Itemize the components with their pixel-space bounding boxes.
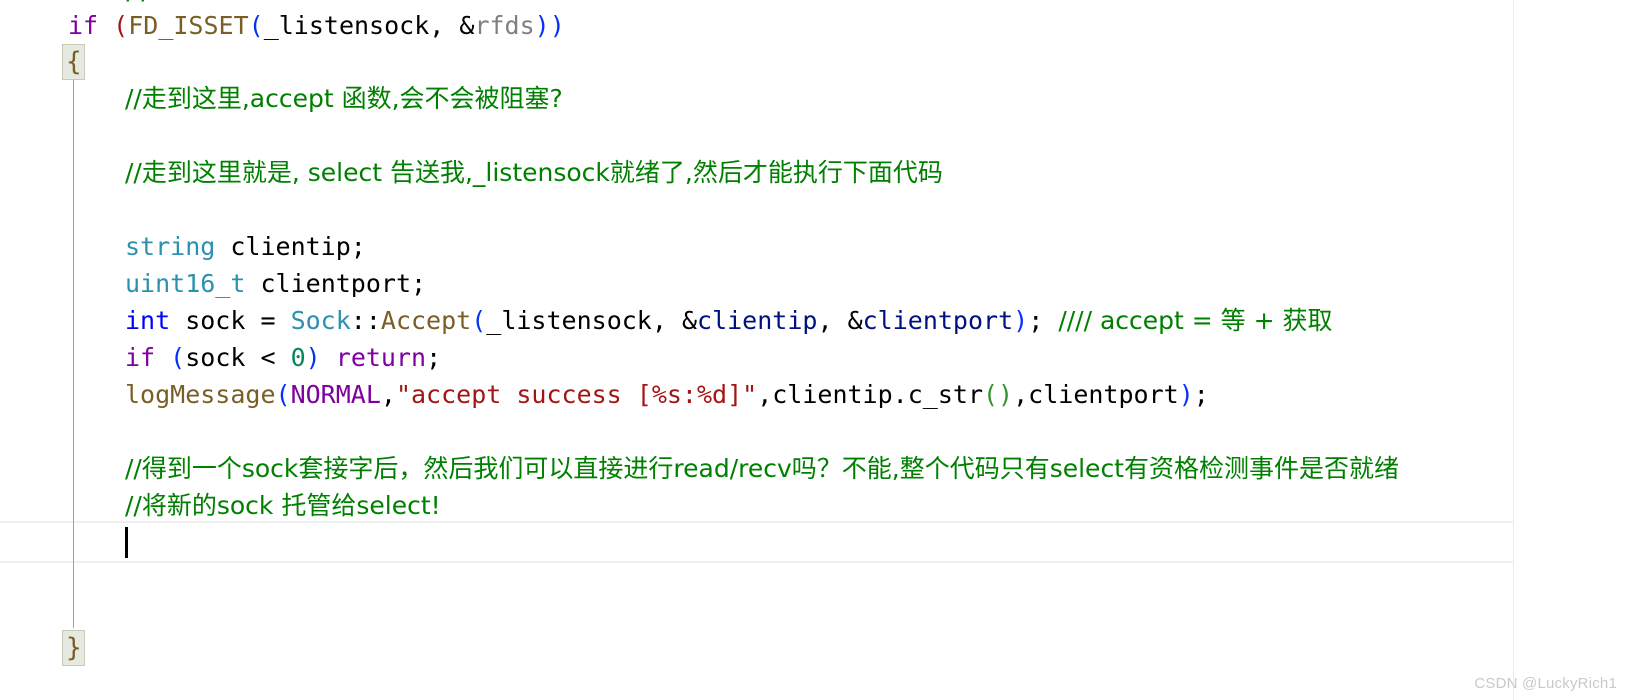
code-token-macro-normal: NORMAL: [290, 380, 381, 409]
code-token-paren-open: (: [471, 306, 487, 335]
code-token-keyword-int: int: [125, 306, 171, 335]
code-token-comment: //: [125, 0, 155, 5]
code-token-ampersand: &: [847, 306, 863, 335]
code-token-arg-listensock: _listensock: [486, 306, 652, 335]
code-token-keyword-if: if: [68, 11, 99, 40]
code-line-comment-select-ready[interactable]: //走到这里就是, select 告送我,_listensock就绪了,然后才能…: [125, 154, 943, 191]
code-line-open-brace[interactable]: {: [66, 44, 82, 81]
code-token-fn-accept: Accept: [380, 306, 472, 335]
text-caret: [125, 527, 128, 558]
code-line-comment-accept-block[interactable]: //走到这里,accept 函数,会不会被阻塞?: [125, 80, 563, 117]
editor-right-edge-pane: [1513, 0, 1625, 700]
code-token-semicolon: ;: [350, 232, 366, 261]
code-token-keyword-if: if: [125, 343, 156, 372]
watermark-label: CSDN @LuckyRich1: [1474, 675, 1617, 692]
code-token-fn-fd-isset: FD_ISSET: [128, 11, 249, 40]
code-token-ampersand: &: [681, 306, 698, 335]
code-token-assign: =: [260, 306, 291, 335]
code-token-open-brace: {: [66, 47, 82, 77]
code-line-if-fd-isset[interactable]: if (FD_ISSET(_listensock, &rfds)): [68, 7, 565, 44]
code-token-number-zero: 0: [290, 343, 306, 372]
code-token-semicolon: ;: [1028, 306, 1059, 335]
code-token-paren-close: ): [1178, 380, 1194, 409]
code-token-comma: ,: [757, 380, 773, 409]
code-token-var-clientip: clientip: [230, 232, 351, 261]
code-token-arg-clientport: clientport: [862, 306, 1014, 335]
code-token-comma: ,: [651, 306, 682, 335]
code-token-semicolon: ;: [411, 269, 427, 298]
code-line-accept-call[interactable]: int sock = Sock::Accept(_listensock, &cl…: [125, 302, 1333, 339]
code-line-decl-clientip[interactable]: string clientip;: [125, 228, 366, 265]
code-token-ampersand: &: [459, 11, 475, 40]
code-token-fn-logmessage: logMessage: [125, 380, 276, 409]
code-token-dot: .: [892, 380, 908, 409]
code-token-type-uint16t: uint16_t: [125, 269, 246, 298]
code-line-guard-return[interactable]: if (sock < 0) return;: [125, 339, 441, 376]
code-token-paren-inner-open: (: [248, 11, 264, 40]
code-token-method-cstr: c_str: [907, 380, 983, 409]
code-token-arg-rfds: rfds: [474, 11, 535, 40]
code-line-decl-clientport[interactable]: uint16_t clientport;: [125, 265, 426, 302]
code-token-comma: ,: [380, 380, 396, 409]
code-token-comment: //// accept = 等 + 获取: [1058, 306, 1333, 335]
code-line-comment-hand-to-select[interactable]: //将新的sock 托管给select!: [125, 487, 441, 524]
code-token-comma: ,: [817, 306, 848, 335]
code-token-string-literal: "accept success [%s:%d]": [395, 380, 758, 409]
code-token-comment: //得到一个sock套接字后，然后我们可以直接进行read/recv吗？不能,整…: [125, 454, 1399, 483]
code-token-type-string: string: [125, 232, 216, 261]
code-token-arg-clientip: clientip: [697, 306, 818, 335]
code-token-comment: //走到这里,accept 函数,会不会被阻塞?: [125, 84, 563, 113]
code-token-comma: ,: [429, 11, 460, 40]
code-line-log-message[interactable]: logMessage(NORMAL,"accept success [%s:%d…: [125, 376, 1209, 413]
code-token-comment: //将新的sock 托管给select!: [125, 491, 441, 520]
code-token-comma: ,: [1013, 380, 1029, 409]
code-viewport[interactable]: // if (FD_ISSET(_listensock, &rfds)) { /…: [0, 0, 1513, 700]
code-token-semicolon: ;: [426, 343, 442, 372]
code-token-var-clientport: clientport: [1028, 380, 1179, 409]
code-token-close-brace: }: [66, 633, 82, 663]
code-token-semicolon: ;: [1193, 380, 1209, 409]
code-line-comment-read-recv[interactable]: //得到一个sock套接字后，然后我们可以直接进行read/recv吗？不能,整…: [125, 450, 1399, 487]
code-token-arg-listensock: _listensock: [263, 11, 430, 40]
code-token-paren-close: )): [534, 11, 565, 40]
code-token-var-sock: sock: [185, 343, 246, 372]
code-token-paren-open: (: [155, 343, 186, 372]
code-token-paren-pair: (): [983, 380, 1014, 409]
code-token-keyword-return: return: [335, 343, 427, 372]
code-token-paren-close: ): [305, 343, 336, 372]
code-token-paren-close: ): [1013, 306, 1029, 335]
code-token-class-sock: Sock: [290, 306, 351, 335]
code-token-var-clientport: clientport: [260, 269, 411, 298]
code-token-operator-lt: <: [245, 343, 291, 372]
code-token-scope-resolution: ::: [350, 306, 381, 335]
code-line-close-brace[interactable]: }: [66, 630, 82, 667]
indent-guide: [73, 76, 74, 628]
code-token-paren-open: (: [275, 380, 291, 409]
code-editor[interactable]: // if (FD_ISSET(_listensock, &rfds)) { /…: [0, 0, 1625, 700]
code-token-paren-open: (: [98, 11, 129, 40]
code-token-var-clientip: clientip: [772, 380, 893, 409]
code-token-var-sock: sock: [170, 306, 261, 335]
code-token-comment: //走到这里就是, select 告送我,_listensock就绪了,然后才能…: [125, 158, 943, 187]
